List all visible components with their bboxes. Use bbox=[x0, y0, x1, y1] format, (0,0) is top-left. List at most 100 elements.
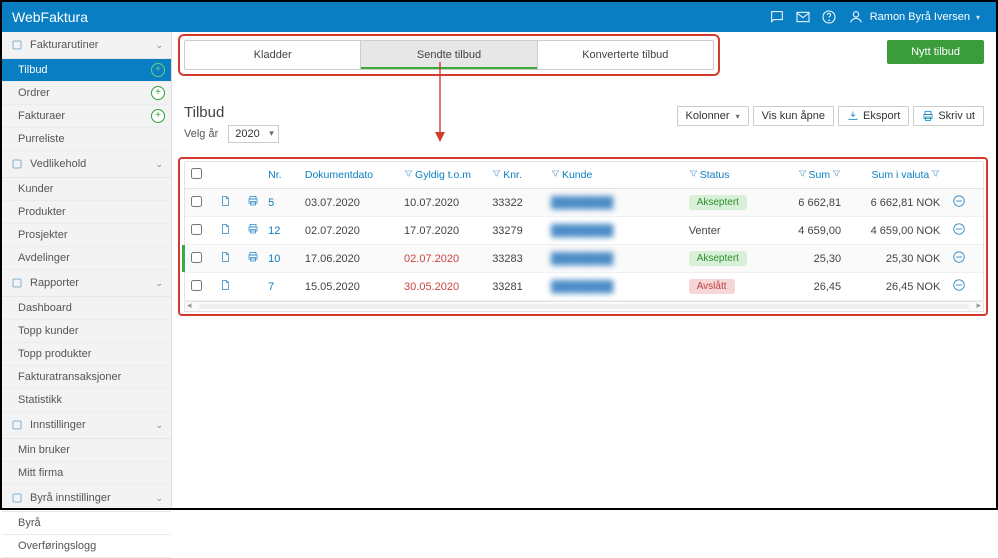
cell-kunde: ████████ bbox=[551, 197, 689, 209]
year-select[interactable]: 2020 bbox=[228, 125, 278, 143]
chat-icon[interactable] bbox=[764, 4, 790, 30]
tab-konverterte[interactable]: Konverterte tilbud bbox=[538, 41, 713, 69]
chevron-down-icon: ⌄ bbox=[155, 420, 163, 431]
chevron-down-icon: ⌄ bbox=[155, 493, 163, 504]
sidebar-item-label: Min bruker bbox=[18, 444, 70, 456]
sidebar-section-byrå-innstillinger[interactable]: Byrå innstillinger⌄ bbox=[2, 485, 171, 512]
print-icon[interactable] bbox=[237, 251, 268, 266]
open-only-button[interactable]: Vis kun åpne bbox=[753, 106, 834, 126]
document-icon[interactable] bbox=[213, 251, 237, 266]
sidebar-item-avdelinger[interactable]: Avdelinger bbox=[2, 247, 171, 270]
plus-icon[interactable]: + bbox=[151, 86, 165, 100]
row-action-icon[interactable] bbox=[940, 194, 977, 211]
print-button[interactable]: Skriv ut bbox=[913, 106, 984, 126]
cell-status: Akseptert bbox=[689, 195, 764, 210]
help-icon[interactable] bbox=[816, 4, 842, 30]
sidebar-section-vedlikehold[interactable]: Vedlikehold⌄ bbox=[2, 151, 171, 178]
document-icon[interactable] bbox=[213, 223, 237, 238]
col-kunde[interactable]: Kunde bbox=[551, 169, 689, 181]
col-knr[interactable]: Knr. bbox=[492, 169, 551, 181]
row-checkbox[interactable] bbox=[191, 224, 202, 235]
col-nr[interactable]: Nr. bbox=[268, 169, 305, 181]
sidebar-item-byrå[interactable]: Byrå bbox=[2, 512, 171, 535]
sidebar-item-dashboard[interactable]: Dashboard bbox=[2, 297, 171, 320]
table-row[interactable]: 715.05.202030.05.202033281████████Avslåt… bbox=[185, 273, 983, 301]
cell-knr: 33281 bbox=[492, 281, 551, 293]
sidebar-item-mitt-firma[interactable]: Mitt firma bbox=[2, 462, 171, 485]
col-status[interactable]: Status bbox=[689, 169, 764, 181]
row-action-icon[interactable] bbox=[940, 222, 977, 239]
sidebar-item-label: Produkter bbox=[18, 206, 66, 218]
sidebar-item-min-bruker[interactable]: Min bruker bbox=[2, 439, 171, 462]
row-checkbox[interactable] bbox=[191, 196, 202, 207]
grid-header: Nr. Dokumentdato Gyldig t.o.m Knr. Kunde… bbox=[185, 162, 983, 189]
sidebar-item-ordrer[interactable]: Ordrer+ bbox=[2, 82, 171, 105]
sidebar-item-prosjekter[interactable]: Prosjekter bbox=[2, 224, 171, 247]
print-icon[interactable] bbox=[237, 195, 268, 210]
cell-nr[interactable]: 5 bbox=[268, 197, 305, 209]
cell-dokumentdato: 15.05.2020 bbox=[305, 281, 404, 293]
export-button[interactable]: Eksport bbox=[838, 106, 909, 126]
row-action-icon[interactable] bbox=[940, 250, 977, 267]
sidebar-section-fakturarutiner[interactable]: Fakturarutiner⌄ bbox=[2, 32, 171, 59]
sidebar-item-fakturatransaksjoner[interactable]: Fakturatransaksjoner bbox=[2, 366, 171, 389]
mail-icon[interactable] bbox=[790, 4, 816, 30]
col-gyldig[interactable]: Gyldig t.o.m bbox=[404, 169, 492, 181]
row-checkbox[interactable] bbox=[191, 252, 202, 263]
topbar: WebFaktura Ramon Byrå Iversen ▾ bbox=[2, 2, 996, 32]
document-icon[interactable] bbox=[213, 279, 237, 294]
cell-sum: 26,45 bbox=[764, 281, 841, 293]
sidebar-item-statistikk[interactable]: Statistikk bbox=[2, 389, 171, 412]
sidebar-item-produkter[interactable]: Produkter bbox=[2, 201, 171, 224]
row-action-icon[interactable] bbox=[940, 278, 977, 295]
sidebar-item-overføringslogg[interactable]: Overføringslogg bbox=[2, 535, 171, 558]
year-label: Velg år bbox=[184, 128, 218, 140]
sidebar-section-innstillinger[interactable]: Innstillinger⌄ bbox=[2, 412, 171, 439]
cell-gyldig: 30.05.2020 bbox=[404, 281, 492, 293]
sidebar-item-topp-produkter[interactable]: Topp produkter bbox=[2, 343, 171, 366]
sidebar-item-label: Mitt firma bbox=[18, 467, 63, 479]
plus-icon[interactable]: + bbox=[151, 109, 165, 123]
sidebar-item-label: Topp produkter bbox=[18, 348, 91, 360]
cell-knr: 33283 bbox=[492, 253, 551, 265]
cell-nr[interactable]: 7 bbox=[268, 281, 305, 293]
sidebar-item-label: Tilbud bbox=[18, 64, 48, 76]
tab-kladder[interactable]: Kladder bbox=[185, 41, 361, 69]
sidebar-item-label: Dashboard bbox=[18, 302, 72, 314]
cell-status: Venter bbox=[689, 225, 764, 237]
cell-sum-valuta: 6 662,81 NOK bbox=[841, 197, 940, 209]
cell-nr[interactable]: 10 bbox=[268, 253, 305, 265]
plus-icon[interactable]: + bbox=[151, 63, 165, 77]
chart-icon bbox=[10, 276, 24, 290]
sidebar-item-purreliste[interactable]: Purreliste bbox=[2, 128, 171, 151]
print-icon[interactable] bbox=[237, 223, 268, 238]
col-sum[interactable]: Sum bbox=[764, 169, 841, 181]
new-tilbud-button[interactable]: Nytt tilbud bbox=[887, 40, 984, 64]
sidebar-item-fakturaer[interactable]: Fakturaer+ bbox=[2, 105, 171, 128]
gear-icon bbox=[10, 418, 24, 432]
horizontal-scrollbar[interactable] bbox=[184, 302, 984, 312]
user-menu[interactable]: Ramon Byrå Iversen ▾ bbox=[842, 9, 986, 25]
sidebar-item-label: Purreliste bbox=[18, 133, 64, 145]
cell-status: Akseptert bbox=[689, 251, 764, 266]
tab-sendte-tilbud[interactable]: Sendte tilbud bbox=[361, 41, 537, 69]
tabstrip: Kladder Sendte tilbud Konverterte tilbud bbox=[184, 40, 714, 70]
table-row[interactable]: 1202.07.202017.07.202033279████████Vente… bbox=[185, 217, 983, 245]
wrench-icon bbox=[10, 157, 24, 171]
col-dokumentdato[interactable]: Dokumentdato bbox=[305, 169, 404, 181]
col-sum-valuta[interactable]: Sum i valuta bbox=[841, 169, 940, 181]
sidebar-item-label: Avdelinger bbox=[18, 252, 70, 264]
document-icon[interactable] bbox=[213, 195, 237, 210]
sidebar-item-tilbud[interactable]: Tilbud + bbox=[2, 59, 171, 82]
chevron-down-icon: ⌄ bbox=[155, 40, 163, 51]
sidebar-item-topp-kunder[interactable]: Topp kunder bbox=[2, 320, 171, 343]
select-all-checkbox[interactable] bbox=[191, 168, 202, 179]
columns-button[interactable]: Kolonner▾ bbox=[677, 106, 749, 126]
table-row[interactable]: 1017.06.202002.07.202033283████████Aksep… bbox=[185, 245, 983, 273]
sidebar-item-label: Topp kunder bbox=[18, 325, 79, 337]
table-row[interactable]: 503.07.202010.07.202033322████████Aksept… bbox=[185, 189, 983, 217]
sidebar-item-kunder[interactable]: Kunder bbox=[2, 178, 171, 201]
sidebar-section-rapporter[interactable]: Rapporter⌄ bbox=[2, 270, 171, 297]
row-checkbox[interactable] bbox=[191, 280, 202, 291]
cell-nr[interactable]: 12 bbox=[268, 225, 305, 237]
